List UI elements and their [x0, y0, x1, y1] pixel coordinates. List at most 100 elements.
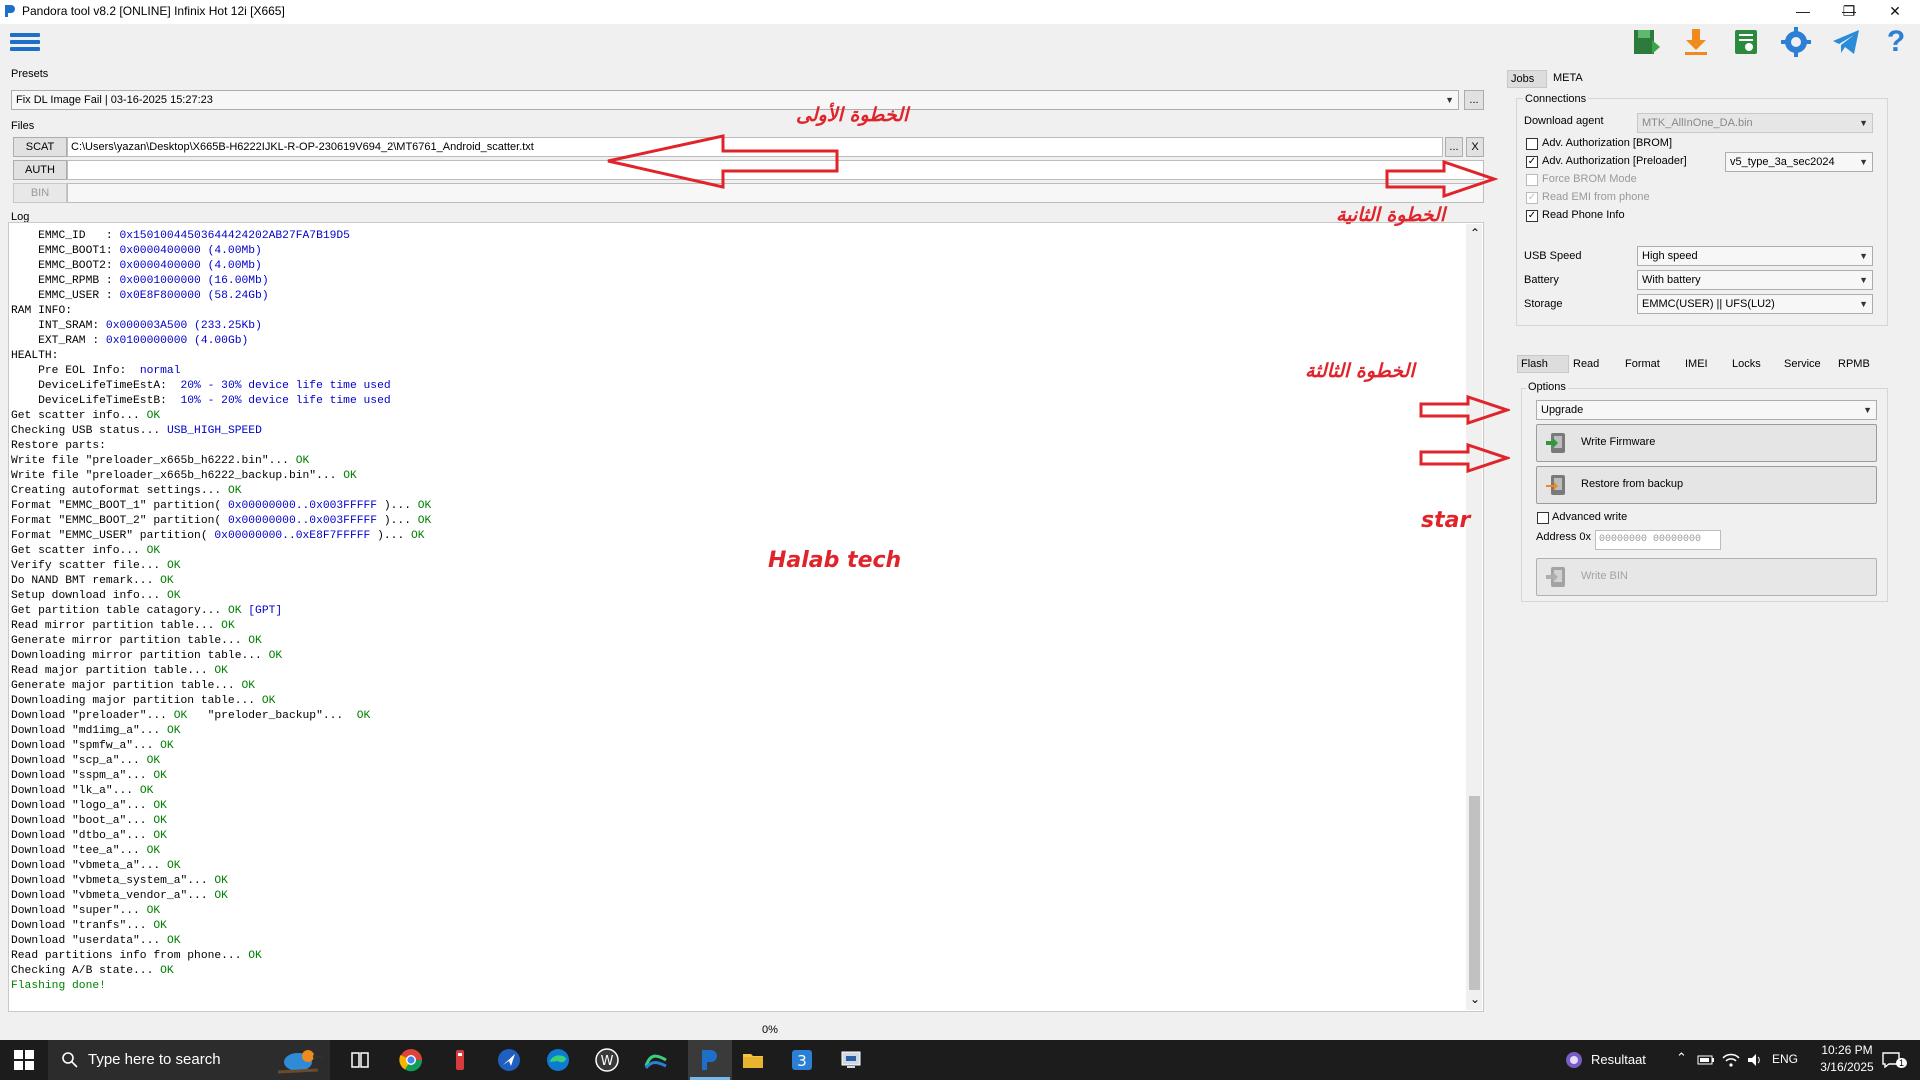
log-segment: OK [160, 740, 174, 752]
log-segment: INT_SRAM: [11, 320, 106, 332]
adv-auth-brom-checkbox[interactable] [1526, 138, 1538, 150]
log-segment: Setup download info... [11, 590, 167, 602]
tab-meta[interactable]: META [1553, 72, 1583, 84]
log-segment: OK [153, 920, 167, 932]
log-segment: OK [146, 845, 161, 857]
wifi-icon[interactable] [1722, 1052, 1740, 1068]
minimize-button-2[interactable]: — [1780, 0, 1826, 24]
tab-imei[interactable]: IMEI [1685, 358, 1708, 370]
windows-start-icon[interactable] [14, 1050, 34, 1070]
w-app-icon[interactable]: W [595, 1048, 619, 1072]
settings-icon[interactable] [1780, 26, 1812, 58]
language-indicator[interactable]: ENG [1772, 1052, 1798, 1066]
log-panel[interactable]: EMMC_ID : 0x15010044503644424202AB27FA7B… [8, 222, 1484, 1012]
advanced-write-label: Advanced write [1552, 511, 1628, 523]
log-segment: OK [417, 500, 432, 512]
log-line: RAM INFO: [11, 304, 431, 319]
chrome-icon[interactable] [399, 1048, 423, 1072]
write-bin-button[interactable]: Write BIN [1536, 558, 1877, 596]
log-line: EMMC_ID : 0x15010044503644424202AB27FA7B… [11, 229, 431, 244]
pandora-app-icon[interactable] [698, 1048, 722, 1072]
log-segment: HEALTH: [11, 350, 59, 362]
svg-text:W: W [601, 1054, 614, 1069]
telegram-icon[interactable] [1830, 26, 1862, 58]
log-segment: 0x0000400000 (4.00Mb) [119, 260, 262, 272]
weather-icon[interactable] [1563, 1049, 1585, 1071]
log-segment: Read mirror partition table... [11, 620, 222, 632]
help-icon[interactable]: ? [1880, 26, 1912, 58]
edge-icon[interactable] [546, 1048, 570, 1072]
log-line: Download "boot_a"... OK [11, 814, 431, 829]
storage-select[interactable]: EMMC(USER) || UFS(LU2) ▼ [1637, 294, 1873, 314]
save-icon[interactable] [1630, 26, 1662, 58]
log-segment: 0x0001000000 (16.00Mb) [119, 275, 269, 287]
volume-icon[interactable] [1746, 1052, 1764, 1068]
log-segment: [GPT] [248, 605, 283, 617]
download-agent-select[interactable]: MTK_AllInOne_DA.bin ▼ [1637, 113, 1873, 133]
chart-app-icon[interactable] [644, 1048, 668, 1072]
restore-button[interactable]: ❐ [1826, 0, 1872, 24]
tab-format[interactable]: Format [1625, 358, 1660, 370]
force-brom-checkbox[interactable] [1526, 174, 1538, 186]
log-line: EMMC_USER : 0x0E8F800000 (58.24Gb) [11, 289, 431, 304]
bin-button[interactable]: BIN [13, 183, 67, 203]
advanced-write-checkbox[interactable] [1537, 512, 1549, 524]
task-view-icon[interactable] [350, 1050, 370, 1070]
remote-app-icon[interactable] [839, 1048, 863, 1072]
three-app-icon[interactable]: 3 [790, 1048, 814, 1072]
scat-browse-button[interactable]: ... [1445, 137, 1463, 157]
usb-speed-select[interactable]: High speed ▼ [1637, 246, 1873, 266]
log-segment: Get partition table catagory... [11, 605, 228, 617]
scat-clear-button[interactable]: X [1466, 137, 1484, 157]
read-emi-label: Read EMI from phone [1542, 191, 1650, 203]
log-segment: Checking A/B state... [11, 965, 161, 977]
log-scroll-thumb[interactable] [1469, 796, 1480, 990]
log-line: Checking A/B state... OK [11, 964, 431, 979]
tab-rpmb[interactable]: RPMB [1838, 358, 1870, 370]
usb-tool-icon[interactable] [448, 1048, 472, 1072]
read-emi-checkbox[interactable]: ✓ [1526, 192, 1538, 204]
log-segment: Download "userdata"... [11, 935, 167, 947]
scroll-down-icon[interactable]: ⌄ [1469, 992, 1481, 1006]
log-segment: OK [248, 950, 262, 962]
chevron-up-icon[interactable]: ⌃ [1676, 1050, 1687, 1066]
download-icon[interactable] [1680, 26, 1712, 58]
adv-auth-preloader-checkbox[interactable]: ✓ [1526, 156, 1538, 168]
tab-jobs[interactable]: Jobs [1507, 70, 1547, 88]
restore-backup-button[interactable]: Restore from backup [1536, 466, 1877, 504]
scat-button[interactable]: SCAT [13, 137, 67, 157]
address-input[interactable]: 00000000 00000000 [1595, 530, 1721, 550]
menu-icon[interactable] [10, 30, 40, 56]
battery-icon[interactable] [1697, 1053, 1715, 1067]
close-button[interactable]: ✕ [1872, 0, 1918, 24]
log-segment: OK [248, 635, 262, 647]
log-line: Download "tee_a"... OK [11, 844, 431, 859]
log-segment: Download "dtbo_a"... [11, 830, 154, 842]
annotation-halab-tech: Halab tech [768, 548, 902, 573]
log-segment: OK [343, 470, 357, 482]
clock-date[interactable]: 3/16/2025 [1810, 1060, 1884, 1074]
log-line: Write file "preloader_x665b_h6222.bin"..… [11, 454, 431, 469]
sheet-icon[interactable] [1730, 26, 1762, 58]
tab-flash[interactable]: Flash [1517, 355, 1569, 373]
flash-mode-select[interactable]: Upgrade ▼ [1536, 400, 1877, 420]
weather-text[interactable]: Resultaat [1591, 1052, 1646, 1067]
read-phone-info-checkbox[interactable]: ✓ [1526, 210, 1538, 222]
log-segment: OK [227, 605, 242, 617]
battery-select[interactable]: With battery ▼ [1637, 270, 1873, 290]
presets-select[interactable]: Fix DL Image Fail | 03-16-2025 15:27:23 … [11, 90, 1459, 110]
chevron-down-icon: ▼ [1863, 405, 1872, 415]
preloader-type-select[interactable]: v5_type_3a_sec2024 ▼ [1725, 152, 1873, 172]
arrow-app-icon[interactable] [497, 1048, 521, 1072]
auth-button[interactable]: AUTH [13, 160, 67, 180]
clock-time[interactable]: 10:26 PM [1814, 1043, 1880, 1057]
log-line: EMMC_BOOT1: 0x0000400000 (4.00Mb) [11, 244, 431, 259]
chevron-down-icon: ▼ [1859, 157, 1868, 167]
presets-more-button[interactable]: ... [1464, 90, 1484, 110]
tab-locks[interactable]: Locks [1732, 358, 1761, 370]
tab-service[interactable]: Service [1784, 358, 1821, 370]
file-explorer-icon[interactable] [741, 1048, 765, 1072]
scroll-up-icon[interactable]: ⌃ [1469, 226, 1481, 240]
tab-read[interactable]: Read [1573, 358, 1599, 370]
write-firmware-button[interactable]: Write Firmware [1536, 424, 1877, 462]
